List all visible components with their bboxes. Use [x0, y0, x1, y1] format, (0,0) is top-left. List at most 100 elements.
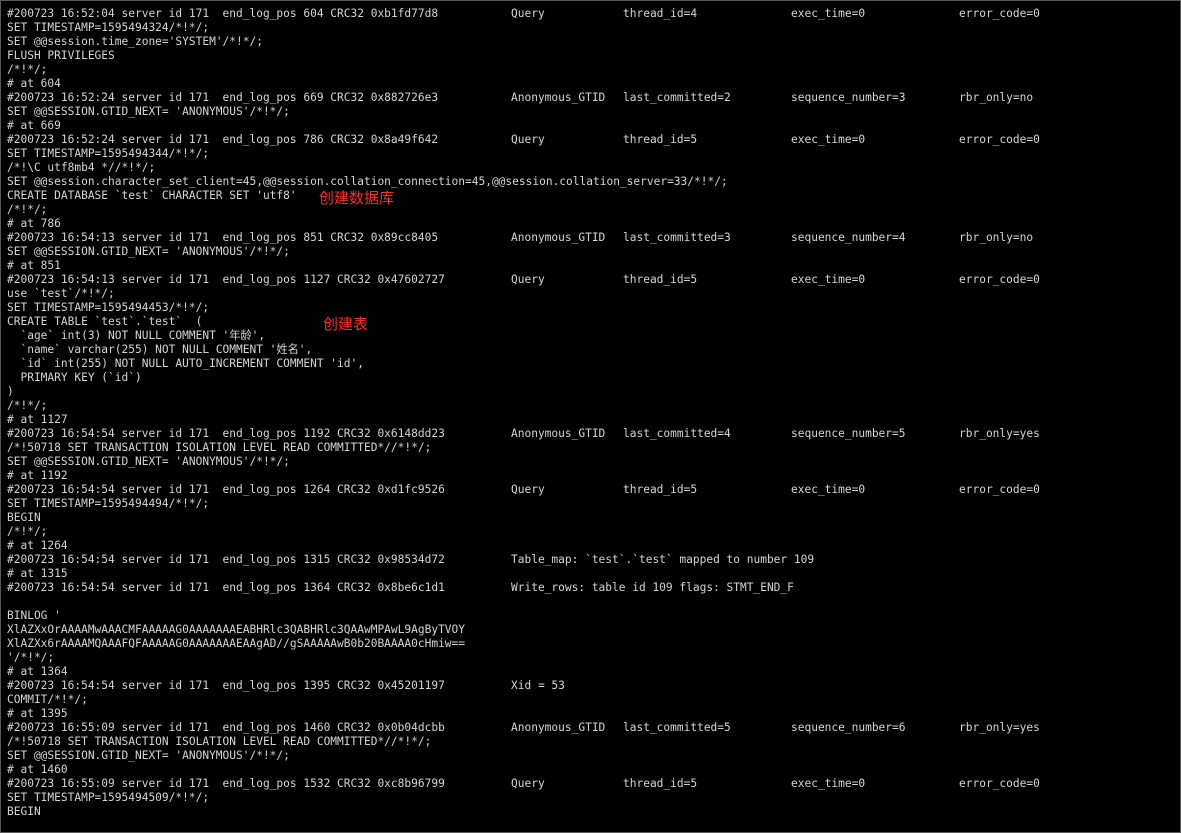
- line-text: # at 1127: [7, 413, 68, 426]
- terminal-line: SET TIMESTAMP=1595494453/*!*/;: [7, 301, 1180, 315]
- line-text: /*!50718 SET TRANSACTION ISOLATION LEVEL…: [7, 441, 432, 454]
- line-field-c5: error_code=0: [959, 273, 1040, 286]
- line-field-c4: exec_time=0: [791, 133, 866, 146]
- line-text: '/*!*/;: [7, 651, 55, 664]
- terminal-line: CREATE TABLE `test`.`test` (: [7, 315, 1180, 329]
- line-text: # at 786: [7, 217, 61, 230]
- line-text: SET TIMESTAMP=1595494453/*!*/;: [7, 301, 210, 314]
- annotation-create-database: 创建数据库: [319, 189, 395, 207]
- line-text: #200723 16:54:54 server id 171 end_log_p…: [7, 483, 445, 496]
- line-text: SET @@session.time_zone='SYSTEM'/*!*/;: [7, 35, 263, 48]
- line-text: # at 1364: [7, 665, 68, 678]
- line-text: # at 1315: [7, 567, 68, 580]
- terminal-line: # at 1364: [7, 665, 1180, 679]
- terminal-line: CREATE DATABASE `test` CHARACTER SET 'ut…: [7, 189, 1180, 203]
- line-text: #200723 16:52:24 server id 171 end_log_p…: [7, 133, 439, 146]
- line-field-c4: exec_time=0: [791, 7, 866, 20]
- binlog-output: #200723 16:52:04 server id 171 end_log_p…: [7, 7, 1180, 819]
- terminal-line: # at 1315: [7, 567, 1180, 581]
- line-field-c3: last_committed=4: [623, 427, 731, 440]
- terminal-line: SET @@SESSION.GTID_NEXT= 'ANONYMOUS'/*!*…: [7, 749, 1180, 763]
- terminal-line: # at 604: [7, 77, 1180, 91]
- line-text: XlAZXx6rAAAAMQAAAFQFAAAAAG0AAAAAAAEAAgAD…: [7, 637, 466, 650]
- line-text: #200723 16:52:24 server id 171 end_log_p…: [7, 91, 439, 104]
- line-text: /*!*/;: [7, 525, 48, 538]
- line-text: /*!*/;: [7, 63, 48, 76]
- terminal-line: XlAZXx6rAAAAMQAAAFQFAAAAAG0AAAAAAAEAAgAD…: [7, 637, 1180, 651]
- terminal-line: #200723 16:54:54 server id 171 end_log_p…: [7, 581, 1180, 595]
- line-text: # at 1192: [7, 469, 68, 482]
- line-text: /*!\C utf8mb4 *//*!*/;: [7, 161, 156, 174]
- terminal-line: #200723 16:54:54 server id 171 end_log_p…: [7, 679, 1180, 693]
- line-field-c2: Query: [511, 483, 545, 496]
- terminal-line: SET TIMESTAMP=1595494344/*!*/;: [7, 147, 1180, 161]
- line-field-c3: thread_id=5: [623, 777, 698, 790]
- line-text: SET @@SESSION.GTID_NEXT= 'ANONYMOUS'/*!*…: [7, 749, 290, 762]
- terminal-line: #200723 16:54:13 server id 171 end_log_p…: [7, 231, 1180, 245]
- terminal-line: # at 786: [7, 217, 1180, 231]
- line-text: `name` varchar(255) NOT NULL COMMENT '姓名…: [7, 343, 313, 356]
- line-field-c2: Xid = 53: [511, 679, 565, 692]
- line-field-c5: error_code=0: [959, 777, 1040, 790]
- terminal-line: BEGIN: [7, 805, 1180, 819]
- line-field-c4: exec_time=0: [791, 483, 866, 496]
- line-field-c2: Query: [511, 133, 545, 146]
- terminal-line: /*!\C utf8mb4 *//*!*/;: [7, 161, 1180, 175]
- terminal-line: SET @@SESSION.GTID_NEXT= 'ANONYMOUS'/*!*…: [7, 245, 1180, 259]
- line-text: # at 851: [7, 259, 61, 272]
- line-field-c4: exec_time=0: [791, 273, 866, 286]
- line-field-c4: sequence_number=4: [791, 231, 906, 244]
- terminal-line: ): [7, 385, 1180, 399]
- line-text: /*!50718 SET TRANSACTION ISOLATION LEVEL…: [7, 735, 432, 748]
- terminal-line: BINLOG ': [7, 609, 1180, 623]
- terminal-line: BEGIN: [7, 511, 1180, 525]
- line-text: # at 1395: [7, 707, 68, 720]
- terminal-line: `name` varchar(255) NOT NULL COMMENT '姓名…: [7, 343, 1180, 357]
- terminal-line: '/*!*/;: [7, 651, 1180, 665]
- terminal-line: PRIMARY KEY (`id`): [7, 371, 1180, 385]
- terminal-window[interactable]: #200723 16:52:04 server id 171 end_log_p…: [0, 0, 1181, 833]
- terminal-line: FLUSH PRIVILEGES: [7, 49, 1180, 63]
- terminal-line: #200723 16:52:24 server id 171 end_log_p…: [7, 91, 1180, 105]
- line-text: #200723 16:55:09 server id 171 end_log_p…: [7, 721, 445, 734]
- line-text: #200723 16:55:09 server id 171 end_log_p…: [7, 777, 445, 790]
- terminal-line: /*!*/;: [7, 525, 1180, 539]
- line-field-c3: last_committed=2: [623, 91, 731, 104]
- terminal-line: # at 1192: [7, 469, 1180, 483]
- line-text: use `test`/*!*/;: [7, 287, 115, 300]
- line-text: #200723 16:54:54 server id 171 end_log_p…: [7, 581, 445, 594]
- line-text: FLUSH PRIVILEGES: [7, 49, 115, 62]
- terminal-line: #200723 16:52:04 server id 171 end_log_p…: [7, 7, 1180, 21]
- terminal-line: # at 669: [7, 119, 1180, 133]
- terminal-line: SET @@SESSION.GTID_NEXT= 'ANONYMOUS'/*!*…: [7, 105, 1180, 119]
- line-field-c2: Anonymous_GTID: [511, 91, 606, 104]
- line-field-c5: error_code=0: [959, 7, 1040, 20]
- line-text: #200723 16:54:13 server id 171 end_log_p…: [7, 231, 439, 244]
- line-field-c4: sequence_number=6: [791, 721, 906, 734]
- terminal-line: # at 1460: [7, 763, 1180, 777]
- annotation-create-table: 创建表: [323, 315, 369, 333]
- line-field-c5: error_code=0: [959, 483, 1040, 496]
- terminal-line: #200723 16:54:54 server id 171 end_log_p…: [7, 483, 1180, 497]
- terminal-line: SET @@session.character_set_client=45,@@…: [7, 175, 1180, 189]
- terminal-line: #200723 16:55:09 server id 171 end_log_p…: [7, 721, 1180, 735]
- line-text: SET TIMESTAMP=1595494344/*!*/;: [7, 147, 210, 160]
- line-field-c4: exec_time=0: [791, 777, 866, 790]
- terminal-line: #200723 16:52:24 server id 171 end_log_p…: [7, 133, 1180, 147]
- line-text: CREATE TABLE `test`.`test` (: [7, 315, 203, 328]
- terminal-line: XlAZXxOrAAAAMwAAACMFAAAAAG0AAAAAAAEABHRl…: [7, 623, 1180, 637]
- line-text: #200723 16:54:13 server id 171 end_log_p…: [7, 273, 445, 286]
- line-text: `age` int(3) NOT NULL COMMENT '年龄',: [7, 329, 266, 342]
- terminal-line: SET @@session.time_zone='SYSTEM'/*!*/;: [7, 35, 1180, 49]
- line-text: #200723 16:54:54 server id 171 end_log_p…: [7, 553, 445, 566]
- line-field-c3: last_committed=3: [623, 231, 731, 244]
- terminal-line: # at 1264: [7, 539, 1180, 553]
- terminal-line: `age` int(3) NOT NULL COMMENT '年龄',: [7, 329, 1180, 343]
- line-text: BEGIN: [7, 805, 41, 818]
- line-field-c3: thread_id=5: [623, 483, 698, 496]
- terminal-line: #200723 16:55:09 server id 171 end_log_p…: [7, 777, 1180, 791]
- terminal-line: #200723 16:54:13 server id 171 end_log_p…: [7, 273, 1180, 287]
- line-text: XlAZXxOrAAAAMwAAACMFAAAAAG0AAAAAAAEABHRl…: [7, 623, 466, 636]
- line-field-c2: Write_rows: table id 109 flags: STMT_END…: [511, 581, 794, 594]
- terminal-line: /*!50718 SET TRANSACTION ISOLATION LEVEL…: [7, 441, 1180, 455]
